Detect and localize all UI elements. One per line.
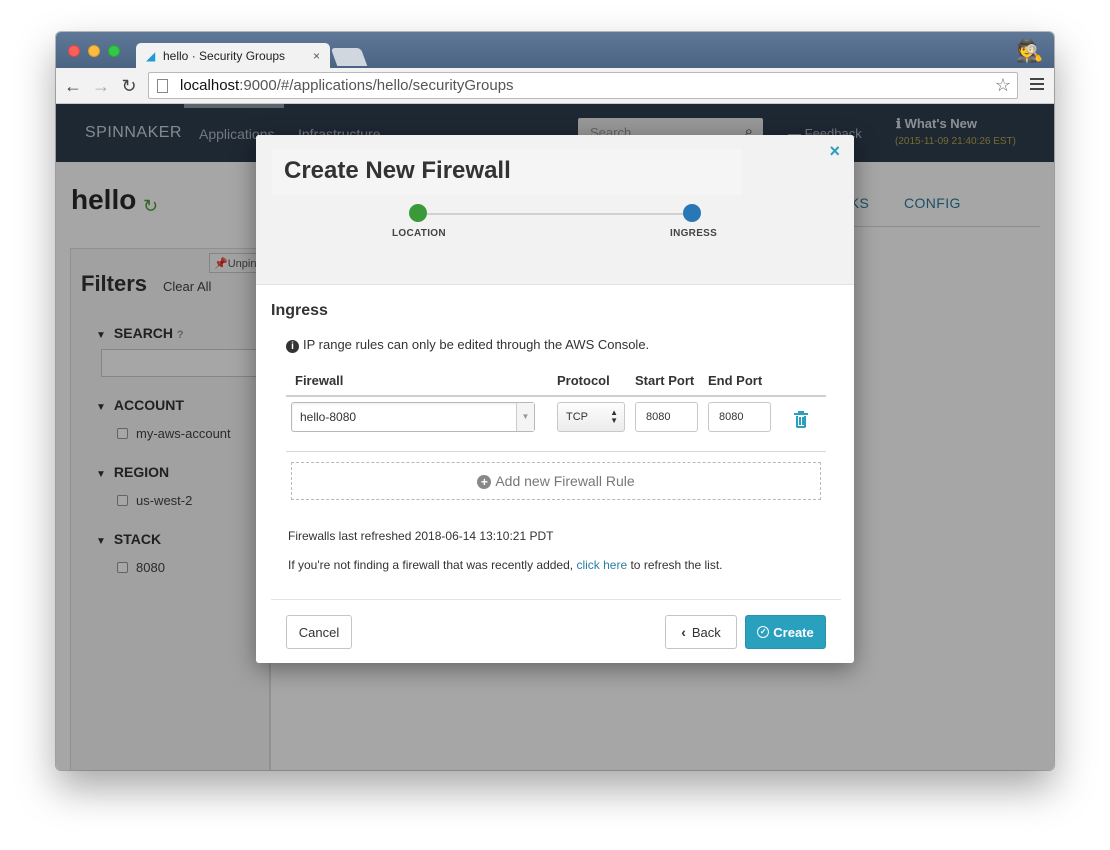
close-icon[interactable]: × — [829, 141, 840, 162]
url-path: :9000/#/applications/hello/securityGroup… — [239, 77, 514, 94]
column-header-protocol: Protocol — [557, 373, 610, 388]
info-note: i IP range rules can only be edited throu… — [286, 337, 649, 353]
modal-title: Create New Firewall — [284, 157, 511, 184]
tab-title: hello · Security Groups — [163, 49, 286, 63]
wizard-step-ingress-dot[interactable] — [683, 204, 701, 222]
reload-icon[interactable]: ↻ — [118, 75, 140, 97]
bookmark-star-icon[interactable]: ☆ — [995, 75, 1011, 96]
info-note-text: IP range rules can only be edited throug… — [303, 337, 650, 352]
incognito-icon: 🕵 — [1016, 38, 1044, 63]
create-label: Create — [773, 624, 814, 640]
spinnaker-favicon-icon: ◢ — [146, 49, 156, 63]
create-firewall-modal: Create New Firewall × LOCATION INGRESS I… — [256, 135, 854, 663]
add-rule-label: Add new Firewall Rule — [495, 473, 635, 489]
cancel-label: Cancel — [298, 624, 340, 640]
tab-strip: ◢ hello · Security Groups × 🕵 — [56, 32, 1054, 69]
refresh-note: If you're not finding a firewall that wa… — [288, 558, 723, 572]
footer-rule — [271, 599, 841, 600]
back-label: Back — [691, 624, 721, 640]
plus-circle-icon: + — [477, 475, 492, 489]
add-firewall-rule-button[interactable]: + Add new Firewall Rule — [291, 462, 821, 500]
back-button[interactable]: ‹ Back — [665, 615, 737, 649]
last-refreshed-text: Firewalls last refreshed 2018-06-14 13:1… — [288, 529, 554, 543]
info-icon: i — [286, 340, 299, 353]
trash-icon[interactable] — [794, 411, 808, 429]
chevron-left-icon: ‹ — [681, 624, 686, 640]
wizard-step-location-dot[interactable] — [409, 204, 427, 222]
tab-close-icon[interactable]: × — [313, 49, 320, 63]
start-port-value: 8080 — [646, 411, 671, 423]
section-title: Ingress — [271, 302, 328, 319]
browser-menu-icon[interactable] — [1030, 78, 1044, 92]
wizard-step-location-label[interactable]: LOCATION — [392, 228, 446, 239]
close-window-button[interactable] — [68, 45, 80, 57]
zoom-window-button[interactable] — [108, 45, 120, 57]
firewall-select-value: hello-8080 — [300, 410, 357, 424]
refresh-note-prefix: If you're not finding a firewall that wa… — [288, 558, 577, 572]
url-host: localhost — [180, 77, 240, 94]
wizard-step-ingress-label[interactable]: INGRESS — [670, 228, 717, 239]
forward-arrow-icon[interactable]: → — [90, 75, 112, 97]
cancel-button[interactable]: Cancel — [286, 615, 352, 649]
column-header-end-port: End Port — [708, 373, 763, 388]
wizard-progress-line — [418, 213, 692, 215]
protocol-select-value: TCP — [566, 411, 588, 423]
browser-tab[interactable]: ◢ hello · Security Groups × — [136, 43, 330, 69]
create-button[interactable]: ✓ Create — [745, 615, 826, 649]
end-port-input[interactable]: 8080 — [708, 402, 771, 432]
table-row-rule — [286, 451, 826, 452]
column-header-start-port: Start Port — [635, 373, 695, 388]
firewall-select[interactable]: hello-8080 ▼ — [291, 402, 535, 432]
new-tab-button[interactable] — [330, 48, 368, 66]
table-header-rule — [286, 395, 826, 397]
check-circle-icon: ✓ — [757, 626, 770, 638]
page-icon — [157, 78, 168, 93]
end-port-value: 8080 — [719, 411, 744, 423]
protocol-select[interactable]: TCP ▲ ▼ — [557, 402, 625, 432]
column-header-firewall: Firewall — [295, 373, 344, 388]
start-port-input[interactable]: 8080 — [635, 402, 698, 432]
browser-toolbar: ← → ↻ localhost:9000/#/applications/hell… — [56, 68, 1054, 104]
refresh-note-suffix: to refresh the list. — [627, 558, 723, 572]
up-down-arrows-icon: ▲ ▼ — [610, 408, 618, 425]
dropdown-arrow-icon[interactable]: ▼ — [516, 403, 534, 431]
refresh-link[interactable]: click here — [576, 558, 627, 572]
back-arrow-icon[interactable]: ← — [62, 75, 84, 97]
address-bar[interactable]: localhost:9000/#/applications/hello/secu… — [148, 72, 1018, 99]
modal-header: Create New Firewall × LOCATION INGRESS — [256, 135, 854, 285]
minimize-window-button[interactable] — [88, 45, 100, 57]
